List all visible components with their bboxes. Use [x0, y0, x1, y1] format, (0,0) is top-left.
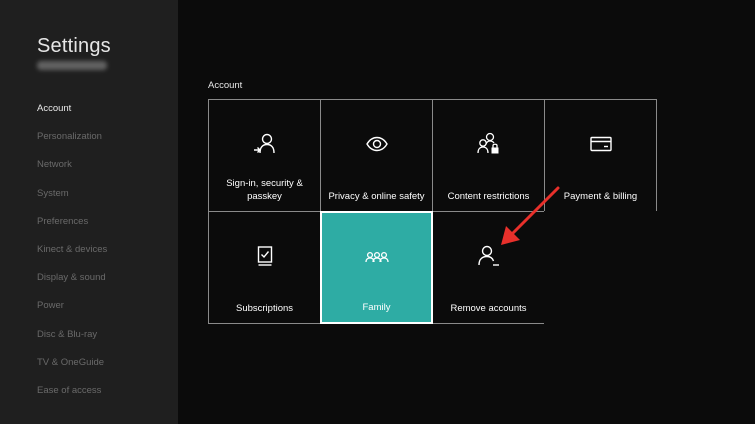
eye-icon [364, 131, 390, 157]
nav-item-system[interactable]: System [37, 187, 107, 215]
tile-subscriptions[interactable]: Subscriptions [208, 211, 321, 324]
user-arrow-icon [252, 131, 278, 157]
family-icon [364, 244, 390, 270]
subscription-icon [252, 243, 278, 269]
nav-item-preferences[interactable]: Preferences [37, 215, 107, 243]
tile-content-restrictions[interactable]: Content restrictions [432, 99, 545, 212]
nav-item-ease-of-access[interactable]: Ease of access [37, 384, 107, 412]
sidebar: Settings Account Personalization Network… [0, 0, 178, 424]
tile-payment-billing[interactable]: Payment & billing [544, 99, 657, 212]
nav-item-disc-bluray[interactable]: Disc & Blu-ray [37, 328, 107, 356]
empty-grid-cell [544, 211, 657, 324]
tile-label: Family [362, 301, 391, 313]
section-heading-account: Account [208, 80, 243, 91]
nav-item-display-sound[interactable]: Display & sound [37, 271, 107, 299]
blurred-gamertag [37, 61, 107, 70]
nav-item-account[interactable]: Account [37, 102, 107, 130]
user-remove-icon [476, 243, 502, 269]
tile-label: Privacy & online safety [328, 190, 425, 202]
user-lock-icon [476, 131, 502, 157]
nav-item-kinect-devices[interactable]: Kinect & devices [37, 243, 107, 271]
tile-label: Sign-in, security & passkey [226, 178, 303, 202]
tile-privacy-online-safety[interactable]: Privacy & online safety [320, 99, 433, 212]
credit-card-icon [588, 131, 614, 157]
tile-sign-in-security[interactable]: Sign-in, security & passkey [208, 99, 321, 212]
nav-item-personalization[interactable]: Personalization [37, 130, 107, 158]
settings-title: Settings [37, 35, 111, 57]
settings-nav: Account Personalization Network System P… [37, 102, 107, 412]
tile-label: Payment & billing [563, 190, 638, 202]
nav-item-network[interactable]: Network [37, 158, 107, 186]
tile-family[interactable]: Family [320, 211, 433, 324]
nav-item-power[interactable]: Power [37, 299, 107, 327]
tile-label: Remove accounts [450, 302, 527, 314]
tile-label: Content restrictions [447, 190, 530, 202]
tile-remove-accounts[interactable]: Remove accounts [432, 211, 545, 324]
tile-label: Subscriptions [235, 302, 294, 314]
nav-item-tv-oneguide[interactable]: TV & OneGuide [37, 356, 107, 384]
account-tile-grid: Sign-in, security & passkey Privacy & on… [208, 99, 657, 324]
